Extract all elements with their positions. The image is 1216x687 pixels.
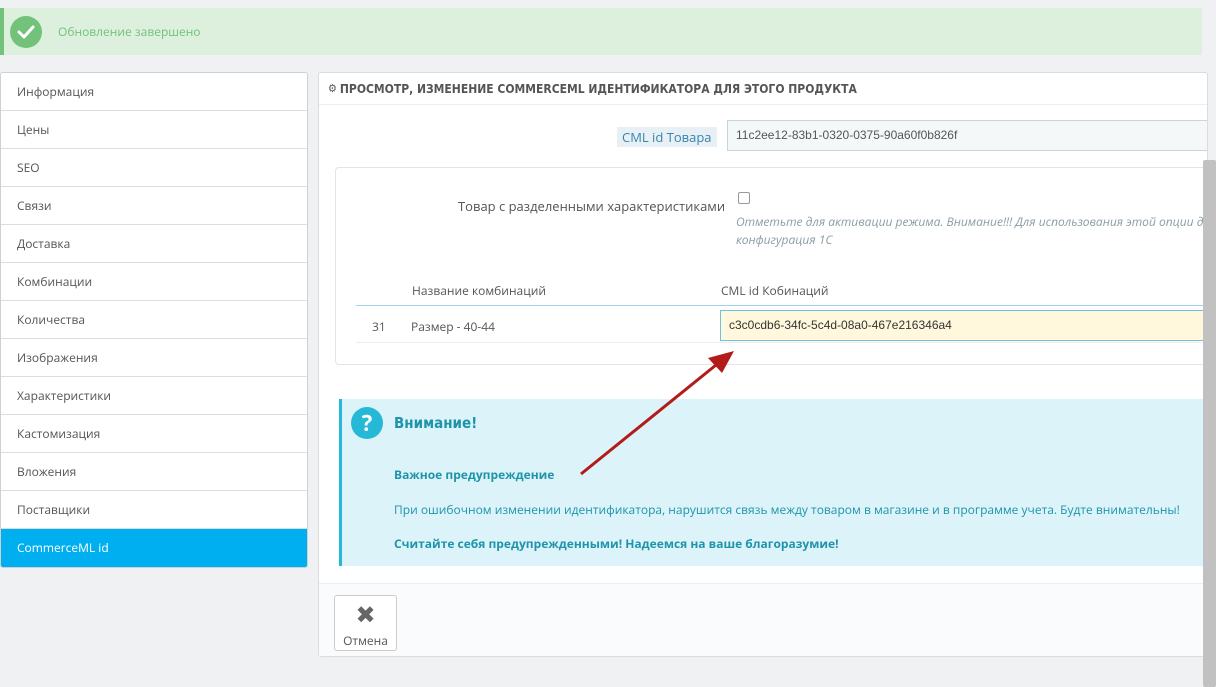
cancel-button-label: Отмена xyxy=(343,632,388,649)
sidebar-item-commerceml-id[interactable]: CommerceML id xyxy=(1,529,307,567)
sidebar-item-features[interactable]: Характеристики xyxy=(1,377,307,415)
commerceml-panel: ⚙ ПРОСМОТР, ИЗМЕНЕНИЕ COMMERCEML ИДЕНТИФ… xyxy=(318,72,1208,657)
question-circle-icon: ? xyxy=(351,407,383,439)
combinations-box: Товар с разделенными характеристиками От… xyxy=(335,167,1207,365)
header-combination-cml: CML id Кобинаций xyxy=(721,282,829,299)
sidebar-item-attachments[interactable]: Вложения xyxy=(1,453,307,491)
gears-icon: ⚙ xyxy=(328,82,337,95)
row-id: 31 xyxy=(372,318,386,335)
row-divider xyxy=(356,342,1207,343)
table-header-divider xyxy=(356,305,1207,306)
panel-footer: ✖ Отмена xyxy=(319,583,1207,656)
panel-heading: ⚙ ПРОСМОТР, ИЗМЕНЕНИЕ COMMERCEML ИДЕНТИФ… xyxy=(319,73,1207,105)
combination-cml-input[interactable]: c3c0cdb6-34fc-5c4d-08a0-467e216346a4 xyxy=(720,310,1207,341)
row-combination-name: Размер - 40-44 xyxy=(411,318,495,335)
close-icon: ✖ xyxy=(355,598,376,631)
sidebar-item-suppliers[interactable]: Поставщики xyxy=(1,491,307,529)
success-message: Обновление завершено xyxy=(58,23,201,40)
sidebar-item-prices[interactable]: Цены xyxy=(1,111,307,149)
sidebar-item-images[interactable]: Изображения xyxy=(1,339,307,377)
sidebar-item-combinations[interactable]: Комбинации xyxy=(1,263,307,301)
panel-title: ПРОСМОТР, ИЗМЕНЕНИЕ COMMERCEML ИДЕНТИФИК… xyxy=(339,81,857,96)
product-tabs-sidebar: Информация Цены SEO Связи Доставка Комби… xyxy=(0,72,308,568)
success-alert: Обновление завершено xyxy=(0,8,1202,55)
cml-id-input[interactable]: 11c2ee12-83b1-0320-0375-90a60f0b826f xyxy=(727,120,1207,151)
cml-id-label: CML id Товара xyxy=(617,127,717,147)
sidebar-item-quantities[interactable]: Количества xyxy=(1,301,307,339)
warning-final: Считайте себя предупрежденными! Надеемся… xyxy=(394,535,839,552)
header-combination-name: Название комбинаций xyxy=(412,282,546,299)
sidebar-item-associations[interactable]: Связи xyxy=(1,187,307,225)
sidebar-item-info[interactable]: Информация xyxy=(1,73,307,111)
warning-title: Внимание! xyxy=(394,414,478,432)
sidebar-item-seo[interactable]: SEO xyxy=(1,149,307,187)
warning-subtitle: Важное предупреждение xyxy=(394,466,555,483)
warning-alert: ? Внимание! Важное предупреждение При ош… xyxy=(339,399,1207,566)
sidebar-item-customization[interactable]: Кастомизация xyxy=(1,415,307,453)
page-scrollbar[interactable] xyxy=(1203,160,1216,687)
split-help-text: Отметьте для активации режима. Внимание!… xyxy=(736,213,1204,248)
sidebar-item-shipping[interactable]: Доставка xyxy=(1,225,307,263)
check-circle-icon xyxy=(10,15,42,48)
warning-text: При ошибочном изменении идентификатора, … xyxy=(394,501,1180,518)
split-characteristics-checkbox[interactable] xyxy=(738,192,750,204)
split-characteristics-label: Товар с разделенными характеристиками xyxy=(458,197,726,215)
cancel-button[interactable]: ✖ Отмена xyxy=(334,595,397,651)
